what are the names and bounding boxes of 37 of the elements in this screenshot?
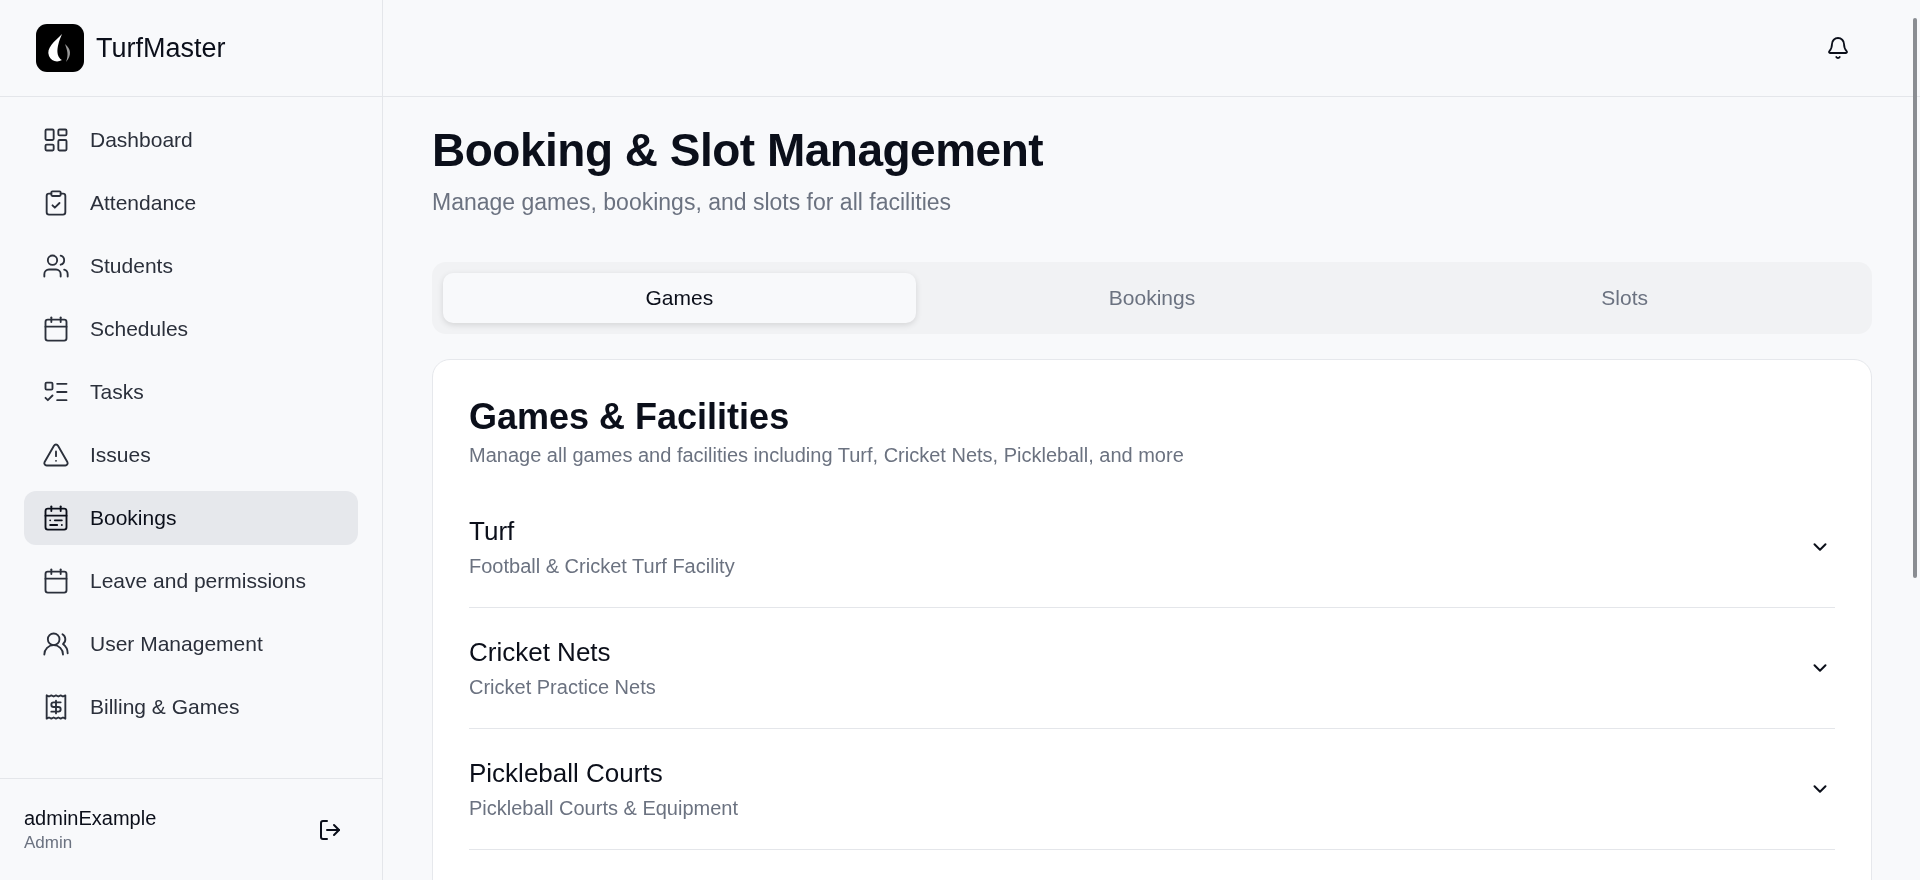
scrollbar[interactable] (1913, 18, 1917, 578)
user-role: Admin (24, 832, 74, 853)
user-name: adminExample (24, 806, 157, 830)
sidebar-item[interactable]: Dashboard (24, 113, 358, 167)
page-title: Booking & Slot Management (432, 123, 1045, 177)
facility-name: Cricket Nets (469, 637, 612, 668)
warning-icon (42, 441, 70, 469)
calendar-icon (42, 504, 70, 532)
calendar-icon (42, 315, 70, 343)
brand-name: TurfMaster (96, 32, 226, 64)
calendar-icon (42, 567, 70, 595)
users-icon (42, 630, 70, 658)
tab[interactable]: Slots (1388, 273, 1861, 323)
sidebar-item[interactable]: Students (24, 239, 358, 293)
sidebar-item[interactable]: Bookings (24, 491, 358, 545)
sidebar-item[interactable]: User Management (24, 617, 358, 671)
card-title: Games & Facilities (469, 396, 791, 438)
bell-icon (1826, 36, 1850, 60)
sidebar-item[interactable]: Billing & Games (24, 680, 358, 734)
logout-icon (318, 817, 342, 842)
users-icon (42, 252, 70, 280)
card-description: Manage all games and facilities including Turf, Cricket Nets, Pickleball, and more (469, 444, 1185, 467)
dashboard-icon (42, 126, 70, 154)
page-subtitle: Manage games, bookings, and slots for all facilities (432, 189, 953, 216)
facility-description: Pickleball Courts & Equipment (469, 797, 738, 820)
sidebar-item[interactable]: Schedules (24, 302, 358, 356)
sidebar-item[interactable]: Issues (24, 428, 358, 482)
sidebar-item[interactable]: Tasks (24, 365, 358, 419)
facility-name: Turf (469, 516, 516, 547)
tab[interactable]: Bookings (915, 273, 1389, 323)
facility-description: Cricket Practice Nets (469, 676, 656, 699)
facility-name: Pickleball Courts (469, 758, 664, 789)
facility-description: Football & Cricket Turf Facility (469, 555, 735, 578)
sidebar-item[interactable]: Attendance (24, 176, 358, 230)
logo-icon (36, 24, 84, 72)
sidebar-item[interactable]: Leave and permissions (24, 554, 358, 608)
tab[interactable]: Games (443, 273, 916, 323)
